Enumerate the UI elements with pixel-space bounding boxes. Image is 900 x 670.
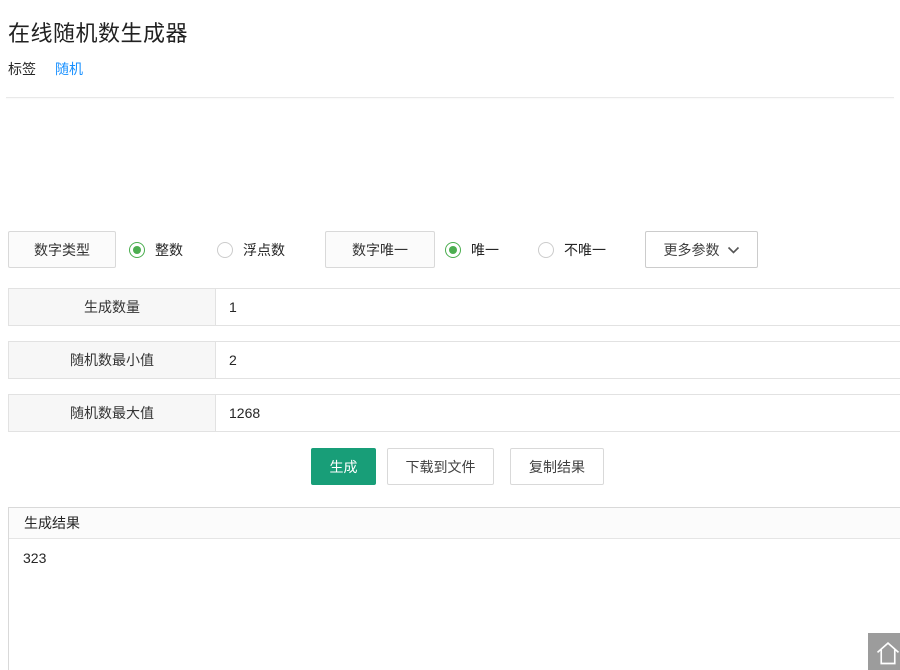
field-count-label: 生成数量: [9, 289, 216, 325]
number-type-label: 数字类型: [34, 240, 90, 260]
radio-not-unique-icon[interactable]: [538, 242, 554, 258]
more-params-button[interactable]: 更多参数: [645, 231, 758, 268]
home-icon: [874, 639, 900, 667]
radio-float-icon[interactable]: [217, 242, 233, 258]
more-params-label: 更多参数: [664, 240, 720, 260]
result-header-label: 生成结果: [24, 513, 80, 533]
field-row-count: 生成数量: [8, 288, 900, 326]
field-min-input[interactable]: [216, 342, 900, 378]
copy-result-button[interactable]: 复制结果: [510, 448, 604, 485]
field-count-input[interactable]: [216, 289, 900, 325]
radio-unique-icon[interactable]: [445, 242, 461, 258]
number-type-label-box: 数字类型: [8, 231, 116, 268]
radio-option-not-unique[interactable]: 不唯一: [538, 231, 606, 268]
generate-button[interactable]: 生成: [311, 448, 376, 485]
field-min-label: 随机数最小值: [9, 342, 216, 378]
uniqueness-label-box: 数字唯一: [325, 231, 435, 268]
field-max-input[interactable]: [216, 395, 900, 431]
tag-link-random[interactable]: 随机: [55, 59, 83, 79]
divider: [6, 97, 894, 98]
uniqueness-label: 数字唯一: [352, 240, 408, 260]
radio-float-label: 浮点数: [243, 240, 285, 260]
result-panel: 生成结果 323: [8, 507, 900, 670]
radio-option-float[interactable]: 浮点数: [217, 231, 285, 268]
result-value: 323: [9, 539, 900, 577]
field-row-max: 随机数最大值: [8, 394, 900, 432]
random-number-generator-page: 在线随机数生成器 标签 随机 数字类型 整数 浮点数 数字唯一 唯一 不唯一 更…: [0, 0, 900, 670]
download-to-file-button[interactable]: 下载到文件: [387, 448, 494, 485]
radio-integer-icon[interactable]: [129, 242, 145, 258]
radio-option-integer[interactable]: 整数: [129, 231, 183, 268]
field-row-min: 随机数最小值: [8, 341, 900, 379]
radio-option-unique[interactable]: 唯一: [445, 231, 499, 268]
back-to-top-button[interactable]: [868, 633, 900, 670]
tags-label: 标签: [8, 59, 36, 79]
radio-integer-label: 整数: [155, 240, 183, 260]
chevron-down-icon: [727, 246, 740, 255]
radio-not-unique-label: 不唯一: [564, 240, 606, 260]
page-title: 在线随机数生成器: [8, 16, 188, 48]
radio-unique-label: 唯一: [471, 240, 499, 260]
field-max-label: 随机数最大值: [9, 395, 216, 431]
result-header: 生成结果: [9, 508, 900, 539]
tags-row: 标签 随机: [8, 59, 83, 79]
